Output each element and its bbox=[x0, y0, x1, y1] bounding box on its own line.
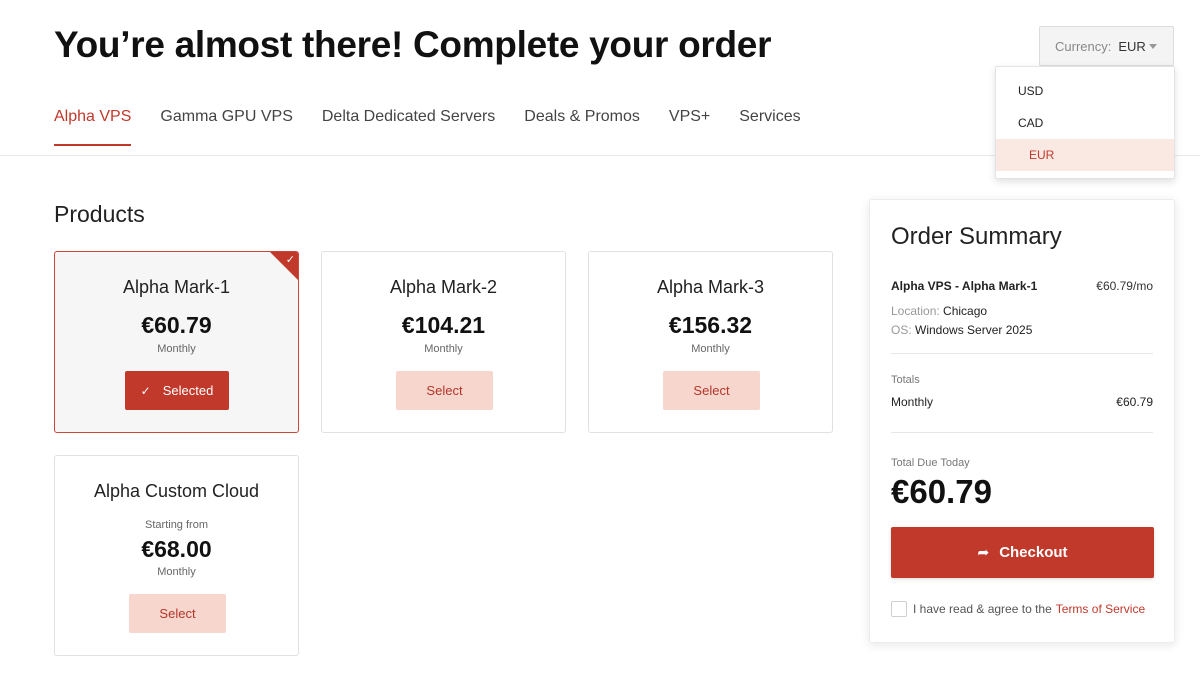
order-summary-panel: Order Summary Alpha VPS - Alpha Mark-1 €… bbox=[869, 199, 1175, 643]
location-value: Chicago bbox=[943, 304, 988, 318]
os-value: Windows Server 2025 bbox=[915, 323, 1033, 337]
line-item-os: OS: Windows Server 2025 bbox=[891, 323, 1032, 337]
tab-delta-dedicated-servers[interactable]: Delta Dedicated Servers bbox=[322, 108, 495, 146]
select-button[interactable]: Select bbox=[663, 371, 760, 410]
product-price: €156.32 bbox=[668, 312, 753, 338]
product-name: Alpha Mark-2 bbox=[389, 277, 498, 297]
tos-agreement: I have read & agree to the Terms of Serv… bbox=[891, 601, 1145, 617]
currency-option-eur[interactable]: EUR bbox=[996, 139, 1174, 171]
os-label: OS: bbox=[891, 323, 912, 337]
tab-services[interactable]: Services bbox=[739, 108, 800, 146]
tos-checkbox[interactable] bbox=[891, 601, 907, 617]
currency-label: Currency: bbox=[1055, 38, 1112, 54]
billing-cycle: Monthly bbox=[157, 566, 196, 578]
checkout-button-label: Checkout bbox=[999, 544, 1068, 561]
product-card-alpha-mark-2[interactable]: Alpha Mark-2 €104.21 Monthly Select bbox=[321, 251, 566, 433]
selected-button-label: Selected bbox=[162, 383, 214, 398]
tab-deals-promos[interactable]: Deals & Promos bbox=[524, 108, 640, 146]
check-icon: ✓ bbox=[140, 383, 151, 398]
tab-alpha-vps[interactable]: Alpha VPS bbox=[54, 108, 132, 146]
product-card-alpha-mark-3[interactable]: Alpha Mark-3 €156.32 Monthly Select bbox=[588, 251, 833, 433]
line-item-location: Location: Chicago bbox=[891, 304, 987, 318]
currency-option-cad[interactable]: CAD bbox=[996, 107, 1174, 139]
page-title: You’re almost there! Complete your order bbox=[54, 24, 772, 65]
product-name: Alpha Mark-3 bbox=[656, 277, 765, 297]
select-button[interactable]: Select bbox=[129, 594, 226, 633]
location-label: Location: bbox=[891, 304, 940, 318]
selected-button[interactable]: ✓ Selected bbox=[125, 371, 229, 410]
products-heading: Products bbox=[54, 201, 145, 227]
product-price: €60.79 bbox=[141, 312, 212, 338]
billing-cycle: Monthly bbox=[424, 343, 463, 355]
summary-divider bbox=[891, 432, 1153, 433]
totals-label: Totals bbox=[891, 374, 920, 386]
order-summary-title: Order Summary bbox=[891, 223, 1062, 250]
product-name: Alpha Custom Cloud bbox=[93, 481, 260, 501]
category-tabs: Alpha VPS Gamma GPU VPS Delta Dedicated … bbox=[54, 108, 830, 146]
summary-divider bbox=[891, 353, 1153, 354]
currency-dropdown-menu: USD CAD EUR bbox=[995, 66, 1175, 179]
currency-value: EUR bbox=[1118, 38, 1146, 54]
monthly-label: Monthly bbox=[891, 395, 934, 409]
share-arrow-icon: ➦ bbox=[977, 544, 990, 560]
terms-of-service-link[interactable]: Terms of Service bbox=[1056, 602, 1145, 616]
total-due-label: Total Due Today bbox=[891, 457, 970, 469]
product-price: €104.21 bbox=[401, 312, 486, 338]
product-card-alpha-custom-cloud[interactable]: Alpha Custom Cloud Starting from €68.00 … bbox=[54, 455, 299, 656]
line-item-name: Alpha VPS - Alpha Mark-1 bbox=[891, 279, 1038, 293]
tab-gamma-gpu-vps[interactable]: Gamma GPU VPS bbox=[160, 108, 292, 146]
product-card-alpha-mark-1[interactable]: ✓ Alpha Mark-1 €60.79 Monthly ✓ Selected bbox=[54, 251, 299, 433]
total-due-value: €60.79 bbox=[891, 473, 992, 510]
line-item-price: €60.79/mo bbox=[1096, 279, 1153, 293]
price-prefix: Starting from bbox=[145, 519, 208, 531]
currency-option-usd[interactable]: USD bbox=[996, 75, 1174, 107]
checkout-button[interactable]: ➦ Checkout bbox=[891, 527, 1154, 578]
monthly-value: €60.79 bbox=[1116, 395, 1153, 409]
tos-text: I have read & agree to the bbox=[913, 602, 1052, 616]
check-icon: ✓ bbox=[285, 254, 295, 266]
billing-cycle: Monthly bbox=[691, 343, 730, 355]
product-name: Alpha Mark-1 bbox=[122, 277, 231, 297]
currency-select[interactable]: Currency: EUR bbox=[1039, 26, 1174, 66]
tab-vps-plus[interactable]: VPS+ bbox=[669, 108, 710, 146]
product-price: €68.00 bbox=[141, 536, 212, 562]
billing-cycle: Monthly bbox=[157, 343, 196, 355]
select-button[interactable]: Select bbox=[396, 371, 493, 410]
caret-down-icon bbox=[1149, 44, 1157, 49]
